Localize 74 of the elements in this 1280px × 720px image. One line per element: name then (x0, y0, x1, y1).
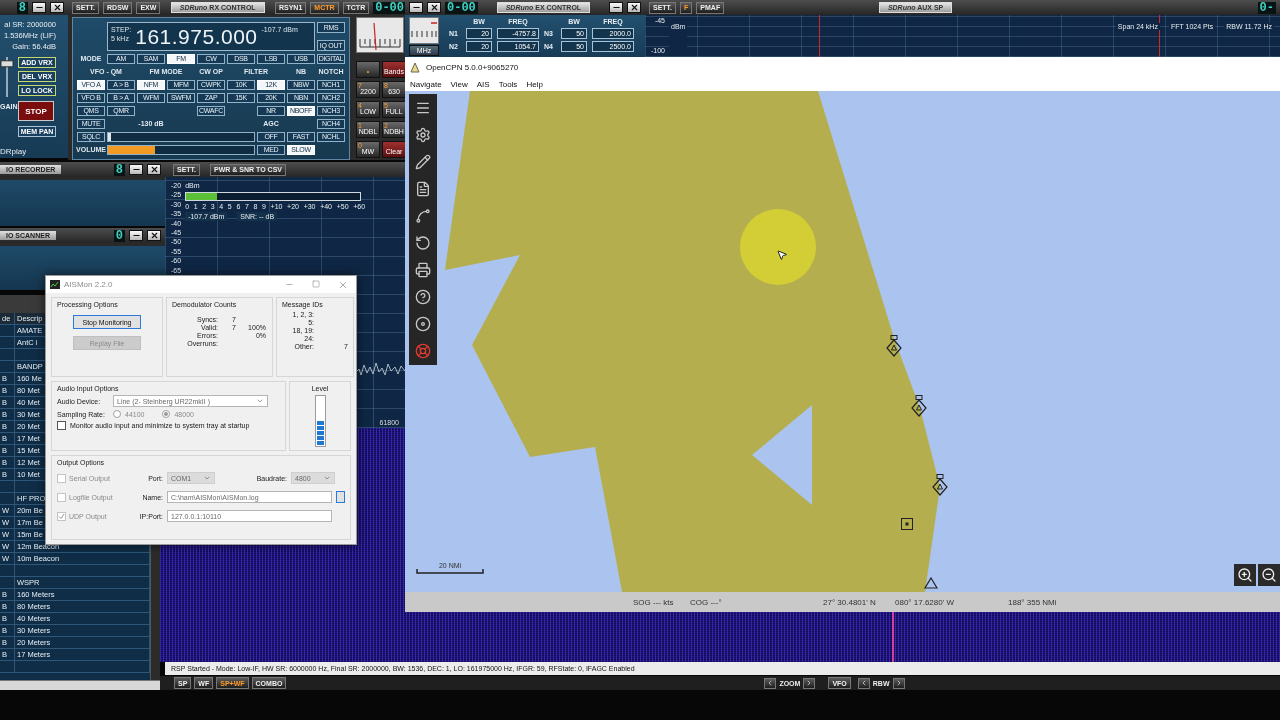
close-icon (429, 3, 439, 12)
menu-item[interactable]: Tools (498, 79, 518, 89)
minimize-button[interactable] (129, 164, 143, 175)
chevron-down-icon (323, 474, 331, 482)
zoom-in-button[interactable] (1234, 564, 1256, 586)
digit-display: 0-00 (373, 1, 406, 14)
disc-icon[interactable] (415, 316, 431, 332)
rotate-icon[interactable] (415, 235, 431, 251)
status-text: 27° 30.4801' N (823, 597, 877, 607)
close-icon (52, 3, 62, 12)
digit-display: 0 (113, 229, 125, 242)
stop-button[interactable]: STOP (18, 101, 54, 121)
zoom-in-icon (1237, 567, 1253, 583)
scale-bar (416, 569, 484, 574)
left-arrow-button[interactable] (764, 677, 777, 689)
menu-icon[interactable] (415, 100, 431, 116)
squelch-slider[interactable] (107, 132, 255, 142)
left-arrow-button[interactable] (857, 677, 870, 689)
status-text: 080° 17.6280' W (895, 597, 955, 607)
frequency-readout: 161.975.000 (135, 25, 258, 49)
lifebuoy-icon[interactable] (415, 343, 431, 359)
minimize-button[interactable] (409, 2, 423, 13)
close-button[interactable] (50, 2, 64, 13)
close-icon (149, 165, 159, 174)
digit-display: 8 (113, 163, 125, 176)
ais-target-icon[interactable] (886, 335, 902, 357)
brand-text: DRplay (0, 147, 28, 156)
volume-slider[interactable] (107, 145, 255, 155)
spectrum-trace-drawing (355, 362, 405, 376)
checkbox[interactable] (57, 421, 66, 430)
triangle-marker-icon[interactable] (924, 577, 938, 589)
zoom-out-icon (1261, 567, 1277, 583)
minimize-button[interactable] (32, 2, 46, 13)
browse-button[interactable] (336, 491, 345, 503)
close-button[interactable] (147, 230, 161, 241)
close-button[interactable] (147, 164, 161, 175)
pencil-icon[interactable] (415, 154, 431, 170)
digit-display: 0- (1257, 1, 1276, 14)
curve-icon[interactable] (415, 208, 431, 224)
scrollbar[interactable] (0, 680, 160, 690)
printer-icon[interactable] (415, 262, 431, 278)
gain-slider[interactable] (0, 57, 14, 97)
close-icon (149, 231, 159, 240)
status-text: SOG --- kts (633, 597, 675, 607)
menu-item[interactable]: AIS (476, 79, 490, 89)
status-text: COG ---° (690, 597, 723, 607)
minimize-button[interactable] (129, 230, 143, 241)
menu-item[interactable]: Navigate (410, 79, 442, 89)
minimize-button[interactable] (609, 2, 623, 13)
ais-target-icon[interactable] (911, 395, 927, 417)
analog-meter-drawing (409, 17, 439, 44)
square-marker-icon[interactable] (901, 518, 913, 530)
chevron-down-icon (256, 397, 264, 405)
right-arrow-button[interactable] (892, 677, 905, 689)
close-button[interactable] (427, 2, 441, 13)
window-title: AISMon 2.2.0 (64, 280, 113, 289)
chevron-down-icon (203, 474, 211, 482)
menu-item[interactable]: Help (526, 79, 543, 89)
digit-display: 0-00 (445, 1, 478, 14)
document-icon[interactable] (415, 181, 431, 197)
pointer-icon (776, 249, 788, 261)
ais-target-icon[interactable] (932, 474, 948, 496)
status-text: 188° 355 NMi (1008, 597, 1058, 607)
settings-icon[interactable] (415, 127, 431, 143)
zoom-out-button[interactable] (1258, 564, 1280, 586)
help-icon[interactable] (415, 289, 431, 305)
close-button[interactable] (627, 2, 641, 13)
menu-item[interactable]: View (450, 79, 468, 89)
app-icon (50, 280, 60, 289)
digit-display: 8 (16, 1, 28, 14)
close-icon (629, 3, 639, 12)
right-arrow-button[interactable] (803, 677, 816, 689)
level-meter (314, 395, 326, 447)
window-title: OpenCPN 5.0.0+9065270 (426, 62, 519, 72)
